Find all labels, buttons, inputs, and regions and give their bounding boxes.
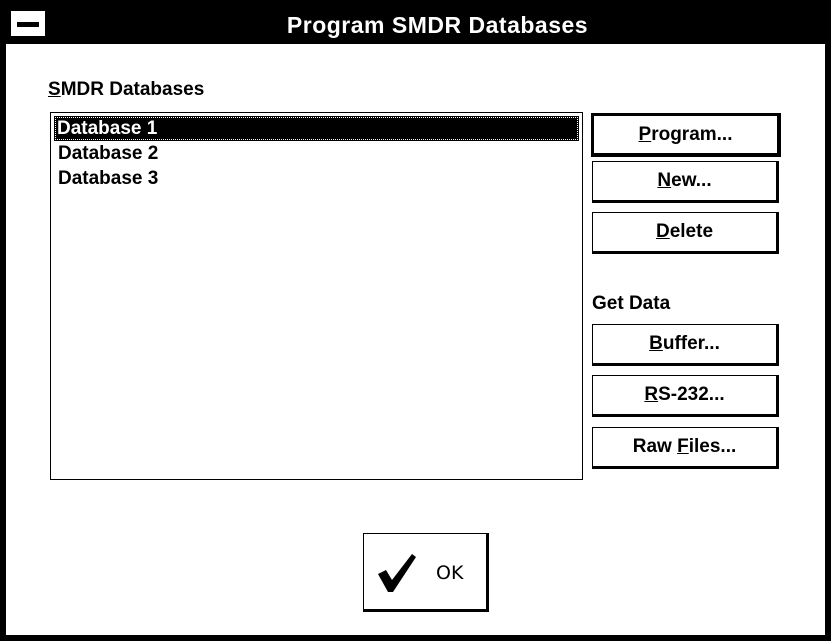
raw-files-button[interactable]: Raw Files... [592, 427, 779, 469]
raw-files-label: iles... [688, 436, 737, 457]
system-menu-icon [17, 22, 39, 27]
buffer-label: uffer... [662, 333, 720, 354]
program-button[interactable]: Program... [591, 113, 781, 157]
checkmark-icon [378, 554, 416, 592]
delete-accelerator: D [655, 221, 670, 242]
new-label: ew... [671, 170, 712, 191]
ok-button[interactable]: OK [363, 533, 489, 612]
buffer-accelerator: B [649, 333, 663, 354]
delete-button[interactable]: Delete [592, 212, 779, 254]
raw-files-accelerator: F [677, 436, 689, 457]
label-accelerator: S [48, 79, 61, 100]
program-smdr-databases-dialog: Program SMDR Databases SMDR Databases Da… [0, 0, 831, 641]
system-menu-button[interactable] [10, 10, 46, 37]
program-accelerator: P [638, 124, 652, 145]
new-button[interactable]: New... [592, 161, 779, 203]
rs232-accelerator: R [644, 384, 659, 405]
title-bar: Program SMDR Databases [6, 6, 825, 44]
delete-label: elete [669, 221, 714, 242]
smdr-databases-label: SMDR Databases [48, 79, 204, 101]
buffer-button[interactable]: Buffer... [592, 324, 779, 366]
list-item-database-3[interactable]: Database 3 [55, 166, 158, 191]
label-text: MDR Databases [60, 79, 205, 100]
smdr-databases-listbox[interactable]: Database 1 Database 2 Database 3 [50, 112, 583, 480]
get-data-label: Get Data [592, 293, 671, 314]
list-item-database-2[interactable]: Database 2 [55, 141, 158, 166]
program-label: rogram... [651, 124, 733, 145]
new-accelerator: N [657, 170, 672, 191]
rs232-label: S-232... [658, 384, 725, 405]
list-item-database-1[interactable]: Database 1 [54, 116, 579, 141]
raw-files-prefix: Raw [632, 436, 678, 457]
ok-label: OK [436, 562, 464, 584]
window-title: Program SMDR Databases [286, 12, 589, 38]
rs232-button[interactable]: RS-232... [592, 375, 779, 417]
